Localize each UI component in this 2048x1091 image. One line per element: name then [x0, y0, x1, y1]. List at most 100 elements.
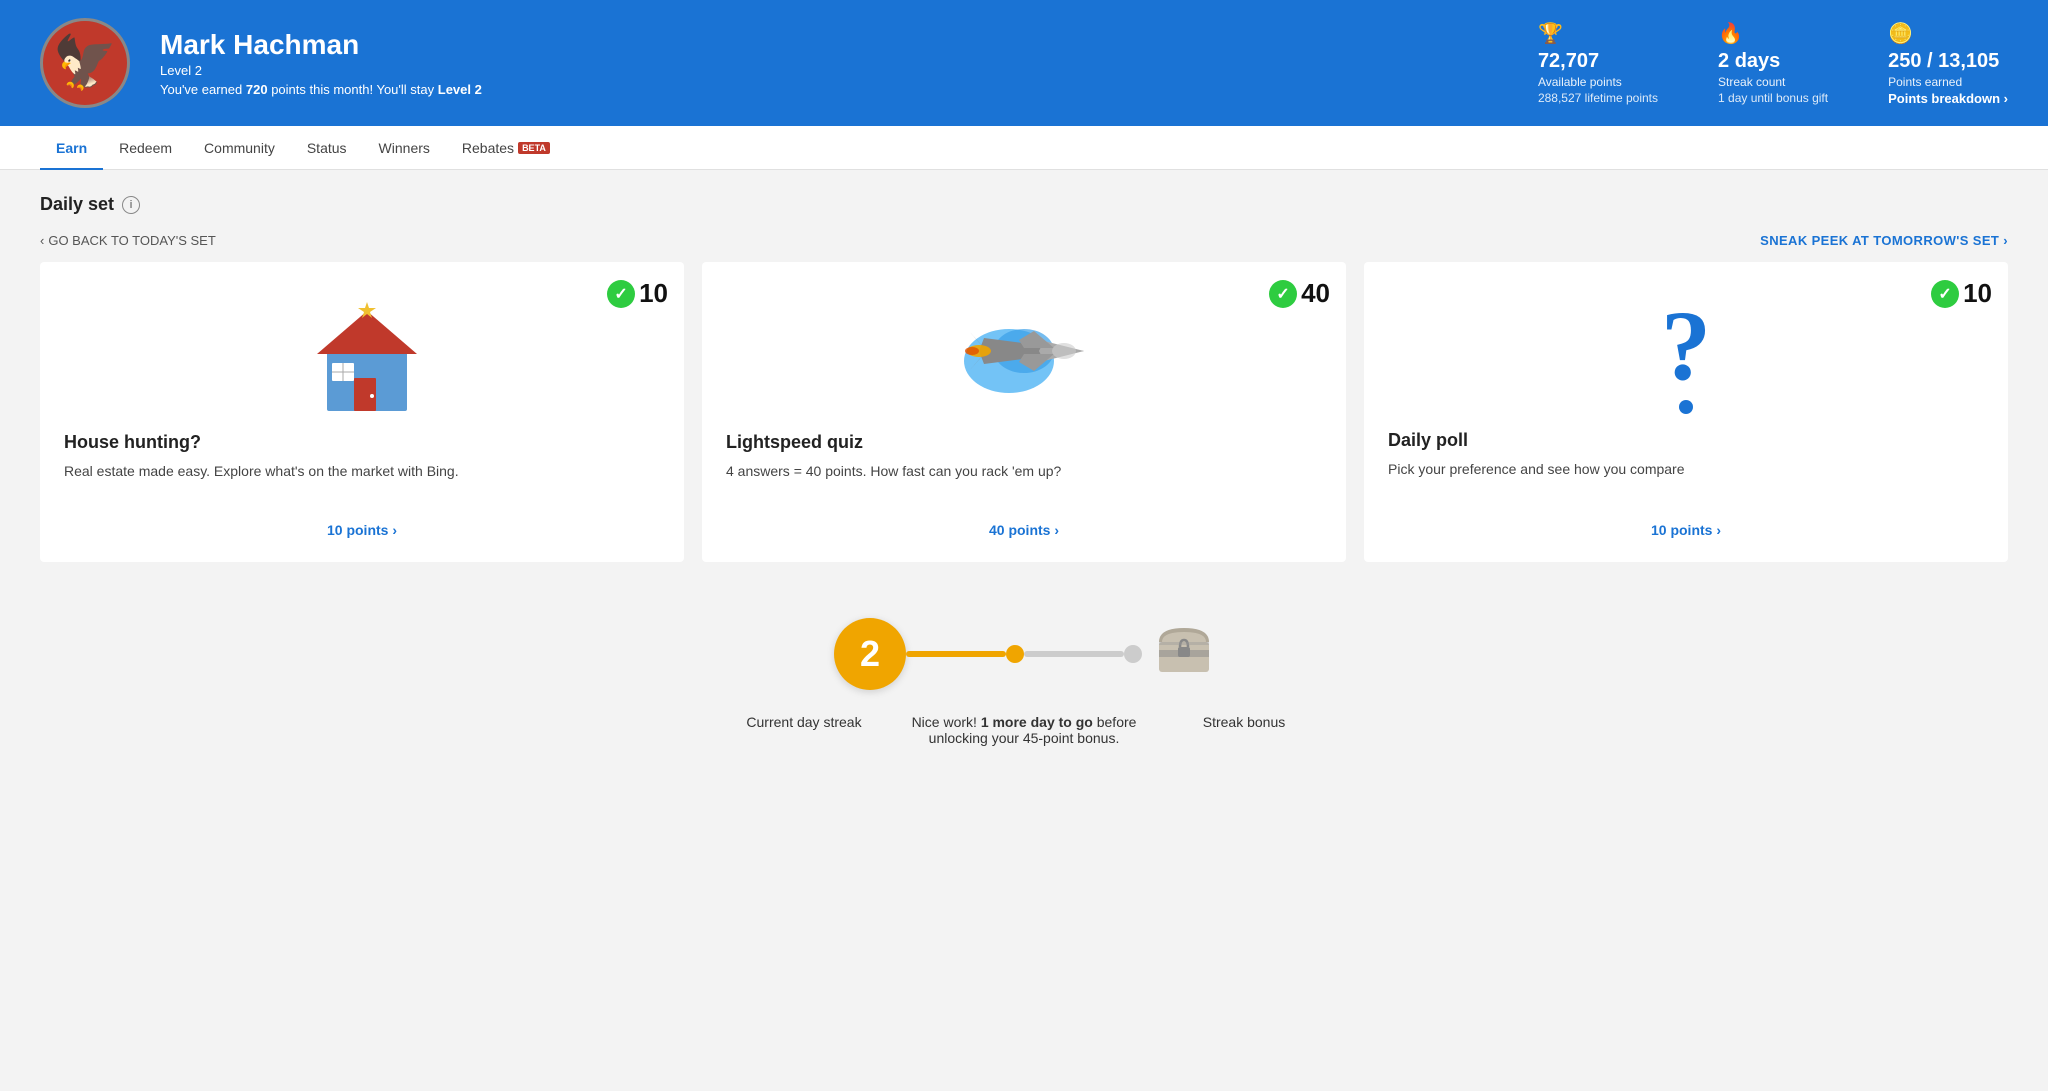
- card-poll-title: Daily poll: [1388, 430, 1984, 451]
- nav-winners-label: Winners: [379, 140, 430, 156]
- check-icon: ✓: [607, 280, 635, 308]
- user-info: Mark Hachman Level 2 You've earned 720 p…: [160, 29, 1508, 97]
- avatar: 🦅: [40, 18, 130, 108]
- nav-community-label: Community: [204, 140, 275, 156]
- status-suffix: points this month! You'll stay: [271, 82, 434, 97]
- streak-label-current: Current day streak: [744, 714, 864, 730]
- nav-redeem-label: Redeem: [119, 140, 172, 156]
- card-house-link-text: 10 points ›: [327, 522, 397, 538]
- set-navigation: ‹ GO BACK TO TODAY'S SET SNEAK PEEK AT T…: [40, 233, 2008, 248]
- header-stats: 🏆 72,707 Available points 288,527 lifeti…: [1538, 21, 2008, 106]
- streak-line-gray: [1024, 651, 1124, 657]
- card-quiz-image: [726, 286, 1322, 432]
- card-house-desc: Real estate made easy. Explore what's on…: [64, 461, 660, 502]
- jet-illustration: [954, 296, 1094, 416]
- streak-count-label: Streak count: [1718, 75, 1828, 89]
- card-poll-desc: Pick your preference and see how you com…: [1388, 459, 1984, 502]
- back-button[interactable]: ‹ GO BACK TO TODAY'S SET: [40, 233, 216, 248]
- coins-icon: 🪙: [1888, 21, 2008, 46]
- chevron-right-icon: ›: [2003, 233, 2008, 248]
- streak-bonus-sub: 1 day until bonus gift: [1718, 91, 1828, 105]
- card-poll-link-text: 10 points ›: [1651, 522, 1721, 538]
- stay-level: Level 2: [438, 82, 482, 97]
- nav-status-label: Status: [307, 140, 347, 156]
- points-earned: 250 / 13,105: [1888, 50, 2008, 73]
- stat-earned: 🪙 250 / 13,105 Points earned Points brea…: [1888, 21, 2008, 106]
- check-icon-poll: ✓: [1931, 280, 1959, 308]
- nav-status[interactable]: Status: [291, 126, 363, 170]
- avatar-image: 🦅: [53, 37, 118, 89]
- points-breakdown-link[interactable]: Points breakdown ›: [1888, 91, 2008, 106]
- page-header: 🦅 Mark Hachman Level 2 You've earned 720…: [0, 0, 2048, 126]
- cards-container: ✓ 10: [40, 262, 2008, 562]
- streak-dot-empty: [1124, 645, 1142, 663]
- main-nav: Earn Redeem Community Status Winners Reb…: [0, 126, 2048, 170]
- card-quiz[interactable]: ✓ 40: [702, 262, 1346, 562]
- card-quiz-badge: ✓ 40: [1269, 278, 1330, 309]
- lifetime-points: 288,527 lifetime points: [1538, 91, 1658, 105]
- nav-rebates-label: Rebates: [462, 140, 514, 156]
- streak-label-middle: Nice work! 1 more day to go before unloc…: [864, 714, 1184, 746]
- nav-winners[interactable]: Winners: [363, 126, 446, 170]
- nav-rebates[interactable]: Rebates BETA: [446, 126, 566, 170]
- house-illustration: [297, 296, 427, 416]
- beta-badge: BETA: [518, 142, 550, 154]
- forward-button[interactable]: SNEAK PEEK AT TOMORROW'S SET ›: [1760, 233, 2008, 248]
- stat-points: 🏆 72,707 Available points 288,527 lifeti…: [1538, 21, 1658, 106]
- streak-track: 2: [834, 618, 1214, 690]
- points-earned-label: Points earned: [1888, 75, 2008, 89]
- trophy-icon: 🏆: [1538, 21, 1658, 46]
- streak-dot-filled: [1006, 645, 1024, 663]
- nav-community[interactable]: Community: [188, 126, 291, 170]
- nav-earn[interactable]: Earn: [40, 126, 103, 170]
- card-poll-image: ?: [1388, 286, 1984, 430]
- card-quiz-title: Lightspeed quiz: [726, 432, 1322, 453]
- streak-bonus-text: Streak bonus: [1184, 714, 1304, 730]
- chevron-left-icon: ‹: [40, 233, 44, 248]
- forward-label: SNEAK PEEK AT TOMORROW'S SET: [1760, 233, 1999, 248]
- nav-earn-label: Earn: [56, 140, 87, 156]
- card-poll-badge: ✓ 10: [1931, 278, 1992, 309]
- card-house-link[interactable]: 10 points ›: [64, 522, 660, 538]
- card-house-image: [64, 286, 660, 432]
- available-points: 72,707: [1538, 50, 1658, 73]
- card-quiz-desc: 4 answers = 40 points. How fast can you …: [726, 461, 1322, 502]
- user-level: Level 2: [160, 63, 1508, 78]
- chest-svg: [1154, 620, 1214, 675]
- card-poll-points: 10: [1963, 278, 1992, 309]
- back-label: GO BACK TO TODAY'S SET: [48, 233, 215, 248]
- card-poll-link[interactable]: 10 points ›: [1388, 522, 1984, 538]
- streak-number: 2: [860, 633, 880, 675]
- nav-redeem[interactable]: Redeem: [103, 126, 188, 170]
- streak-label-bonus: Streak bonus: [1184, 714, 1304, 730]
- question-mark-icon: ?: [1661, 296, 1711, 414]
- card-house-badge: ✓ 10: [607, 278, 668, 309]
- user-name: Mark Hachman: [160, 29, 1508, 61]
- streak-nice: Nice work!: [912, 714, 977, 730]
- streak-line-filled: [906, 651, 1006, 657]
- card-house-title: House hunting?: [64, 432, 660, 453]
- card-house-points: 10: [639, 278, 668, 309]
- info-icon[interactable]: i: [122, 196, 140, 214]
- stat-streak: 🔥 2 days Streak count 1 day until bonus …: [1718, 21, 1828, 106]
- card-quiz-link[interactable]: 40 points ›: [726, 522, 1322, 538]
- main-content: Daily set i ‹ GO BACK TO TODAY'S SET SNE…: [0, 170, 2048, 818]
- streak-current-text: Current day streak: [744, 714, 864, 730]
- streak-days: 2 days: [1718, 50, 1828, 73]
- streak-icon: 🔥: [1718, 21, 1828, 46]
- earned-points: 720: [246, 82, 268, 97]
- streak-section: 2: [40, 594, 2008, 778]
- streak-current-circle: 2: [834, 618, 906, 690]
- check-icon-quiz: ✓: [1269, 280, 1297, 308]
- user-status: You've earned 720 points this month! You…: [160, 82, 1508, 97]
- status-text: You've earned: [160, 82, 242, 97]
- card-quiz-link-text: 40 points ›: [989, 522, 1059, 538]
- section-title-text: Daily set: [40, 194, 114, 215]
- card-house[interactable]: ✓ 10: [40, 262, 684, 562]
- streak-middle-text: Nice work! 1 more day to go before unloc…: [884, 714, 1164, 746]
- card-poll[interactable]: ✓ 10 ? Daily poll Pick your preference a…: [1364, 262, 2008, 562]
- streak-bold: 1 more day to go: [981, 714, 1093, 730]
- chest-icon: [1154, 620, 1214, 688]
- available-points-label: Available points: [1538, 75, 1658, 89]
- section-title: Daily set i: [40, 194, 2008, 215]
